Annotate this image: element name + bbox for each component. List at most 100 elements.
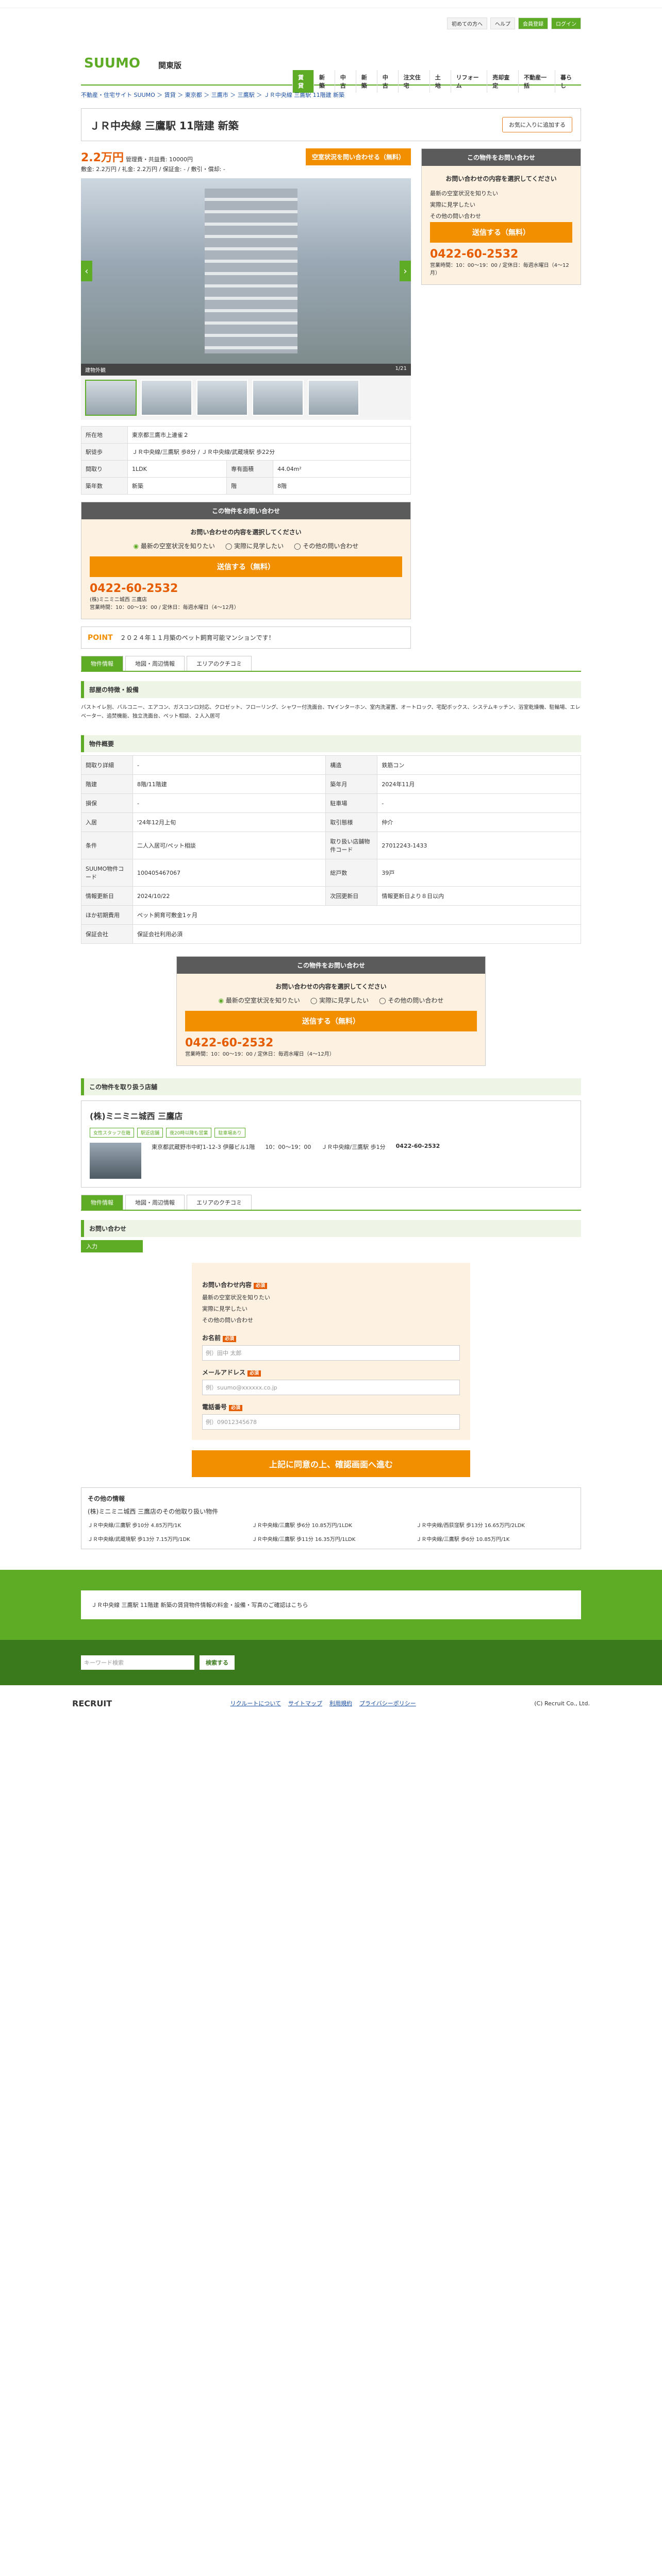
nav-reform[interactable]: リフォーム bbox=[450, 70, 487, 93]
submit-button[interactable]: 上記に同意の上、確認画面へ進む bbox=[192, 1450, 470, 1477]
ov-key: 間取り詳細 bbox=[81, 755, 133, 775]
login-button[interactable]: ログイン bbox=[551, 18, 581, 29]
features-title: 部屋の特徴・設備 bbox=[81, 681, 581, 698]
ov-value: 仲介 bbox=[377, 812, 581, 832]
agent-tel[interactable]: 0422-60-2532 bbox=[396, 1143, 440, 1179]
tab-map[interactable]: 地図・周辺情報 bbox=[125, 1195, 185, 1210]
send-button[interactable]: 送信する（無料） bbox=[185, 1011, 477, 1031]
tab-reviews[interactable]: エリアのクチコミ bbox=[187, 1195, 252, 1210]
form-step: 入力 bbox=[81, 1240, 143, 1252]
rent-price: 2.2万円 bbox=[81, 151, 124, 164]
tab-map[interactable]: 地図・周辺情報 bbox=[125, 656, 185, 671]
tab-reviews[interactable]: エリアのクチコミ bbox=[187, 656, 252, 671]
form-option-visit[interactable]: 実際に見学したい bbox=[202, 1303, 460, 1315]
ov-value: - bbox=[132, 793, 326, 813]
overview-table: 間取り詳細 - 構造 鉄筋コン 階建 8階/11階建 築年月 2024年11月 損保 - 駐車場… bbox=[81, 755, 581, 944]
nav-custom-house[interactable]: 注文住宅 bbox=[398, 70, 429, 93]
ov-value: ペット飼育可敷金1ヶ月 bbox=[133, 905, 581, 925]
favorite-button[interactable]: お気に入りに追加する bbox=[502, 117, 572, 132]
other-item[interactable]: ＪＲ中央線/三鷹駅 歩6分 10.85万円/1K bbox=[416, 1535, 574, 1543]
nav-land[interactable]: 土地 bbox=[429, 70, 451, 93]
tab-property[interactable]: 物件情報 bbox=[81, 1195, 123, 1210]
building-image bbox=[205, 189, 297, 353]
thumbnail[interactable] bbox=[252, 380, 304, 416]
agent-name[interactable]: (株)ミニミニ城西 三鷹店 bbox=[90, 1109, 572, 1122]
vacancy-inquiry-button[interactable]: 空室状況を問い合わせる（無料） bbox=[305, 148, 411, 165]
price-detail: 敷金: 2.2万円 / 礼金: 2.2万円 / 保証金: - / 敷引・償却: … bbox=[81, 166, 225, 173]
nav-rent[interactable]: 賃貸 bbox=[292, 70, 313, 93]
send-button[interactable]: 送信する（無料） bbox=[90, 556, 402, 577]
form-option-vacancy[interactable]: 最新の空室状況を知りたい bbox=[202, 1292, 460, 1303]
ov-value: '24年12月上旬 bbox=[132, 812, 326, 832]
thumbnail[interactable] bbox=[196, 380, 248, 416]
footer-link-about[interactable]: リクルートについて bbox=[230, 1699, 281, 1707]
other-item[interactable]: ＪＲ中央線/三鷹駅 歩10分 4.85万円/1K bbox=[88, 1521, 246, 1529]
ov-key: 損保 bbox=[81, 793, 133, 813]
nav-life[interactable]: 暮らし bbox=[555, 70, 581, 93]
inquiry-head: この物件をお問い合わせ bbox=[422, 149, 581, 166]
nav-new-house[interactable]: 新築 bbox=[355, 70, 377, 93]
tab-property[interactable]: 物件情報 bbox=[81, 656, 123, 671]
region-label: 関東版 bbox=[158, 61, 182, 70]
radio-vacancy[interactable]: 最新の空室状況を知りたい bbox=[134, 541, 215, 550]
footer-dark: キーワード検索 検索する bbox=[0, 1640, 662, 1685]
nav-used-house[interactable]: 中古 bbox=[376, 70, 398, 93]
suumo-logo[interactable]: SUUMO bbox=[84, 56, 140, 71]
other-item[interactable]: ＪＲ中央線/武蔵境駅 歩13分 7.15万円/1DK bbox=[88, 1535, 246, 1543]
footer-link-sitemap[interactable]: サイトマップ bbox=[288, 1699, 322, 1707]
phone-number[interactable]: 0422-60-2532 bbox=[430, 248, 572, 261]
detail-tabs: 物件情報 地図・周辺情報 エリアのクチコミ bbox=[81, 656, 581, 672]
register-button[interactable]: 会員登録 bbox=[518, 18, 548, 29]
ov-value: 二人入居可/ペット相談 bbox=[132, 832, 326, 859]
nav-used-mansion[interactable]: 中古 bbox=[334, 70, 356, 93]
link-help[interactable]: ヘルプ bbox=[490, 18, 515, 29]
footer-link-privacy[interactable]: プライバシーポリシー bbox=[359, 1699, 416, 1707]
nav-sale[interactable]: 売却査定 bbox=[487, 70, 518, 93]
footer-search-button[interactable]: 検索する bbox=[200, 1655, 235, 1670]
option-vacancy[interactable]: 最新の空室状況を知りたい bbox=[430, 188, 572, 199]
other-item[interactable]: ＪＲ中央線/三鷹駅 歩11分 16.35万円/1LDK bbox=[252, 1535, 410, 1543]
inquiry-box-mid: この物件をお問い合わせ お問い合わせの内容を選択してください 最新の空室状況を知… bbox=[176, 956, 486, 1066]
phone-number[interactable]: 0422-60-2532 bbox=[185, 1037, 477, 1049]
property-info-table: 所在地 東京都三鷹市上連雀２ 駅徒歩 ＪＲ中央線/三鷹駅 歩8分 / ＪＲ中央線/武… bbox=[81, 426, 411, 495]
form-option-other[interactable]: その他の問い合わせ bbox=[202, 1315, 460, 1326]
agent-photo bbox=[90, 1143, 141, 1179]
ov-value: - bbox=[377, 793, 581, 813]
phone-number[interactable]: 0422-60-2532 bbox=[90, 582, 402, 595]
ov-key: 次回更新日 bbox=[325, 886, 378, 906]
point-box: POINT ２０２４年１１月築のペット飼育可能マンションです！ bbox=[81, 626, 411, 649]
option-visit[interactable]: 実際に見学したい bbox=[430, 199, 572, 211]
footer-link-terms[interactable]: 利用規約 bbox=[329, 1699, 352, 1707]
thumbnail[interactable] bbox=[85, 380, 137, 416]
nav-realestate[interactable]: 不動産一括 bbox=[518, 70, 555, 93]
recruit-logo: RECRUIT bbox=[72, 1698, 112, 1708]
email-input[interactable]: 例）suumo@xxxxxx.co.jp bbox=[202, 1380, 460, 1395]
info-value: 新築 bbox=[127, 477, 227, 495]
radio-visit[interactable]: 実際に見学したい bbox=[225, 541, 284, 550]
phone-input[interactable]: 例）09012345678 bbox=[202, 1414, 460, 1430]
other-title: その他の情報 bbox=[88, 1495, 125, 1502]
radio-other[interactable]: その他の問い合わせ bbox=[379, 996, 443, 1005]
footer-search-input[interactable]: キーワード検索 bbox=[81, 1655, 194, 1670]
point-text: ２０２４年１１月築のペット飼育可能マンションです！ bbox=[120, 634, 275, 641]
main-photo[interactable]: ‹ › bbox=[81, 178, 411, 364]
radio-vacancy[interactable]: 最新の空室状況を知りたい bbox=[219, 996, 300, 1005]
thumbnail[interactable] bbox=[141, 380, 192, 416]
next-arrow-icon[interactable]: › bbox=[400, 261, 411, 281]
other-item[interactable]: ＪＲ中央線/西荻窪駅 歩13分 16.65万円/2LDK bbox=[416, 1521, 574, 1529]
link-first[interactable]: 初めての方へ bbox=[447, 18, 487, 29]
radio-visit[interactable]: 実際に見学したい bbox=[310, 996, 369, 1005]
thumbnail[interactable] bbox=[308, 380, 359, 416]
point-badge: POINT bbox=[88, 633, 113, 642]
ov-value: 情報更新日より８日以内 bbox=[377, 886, 581, 906]
nav-new-mansion[interactable]: 新築 bbox=[313, 70, 335, 93]
ov-value: 100405467067 bbox=[132, 859, 326, 887]
prev-arrow-icon[interactable]: ‹ bbox=[81, 261, 92, 281]
name-input[interactable]: 例）田中 太郎 bbox=[202, 1345, 460, 1361]
radio-other[interactable]: その他の問い合わせ bbox=[294, 541, 358, 550]
send-button[interactable]: 送信する（無料） bbox=[430, 222, 572, 243]
option-other[interactable]: その他の問い合わせ bbox=[430, 211, 572, 222]
ov-key: 情報更新日 bbox=[81, 886, 133, 906]
photo-count: 1/21 bbox=[395, 366, 407, 371]
other-item[interactable]: ＪＲ中央線/三鷹駅 歩6分 10.85万円/1LDK bbox=[252, 1521, 410, 1529]
